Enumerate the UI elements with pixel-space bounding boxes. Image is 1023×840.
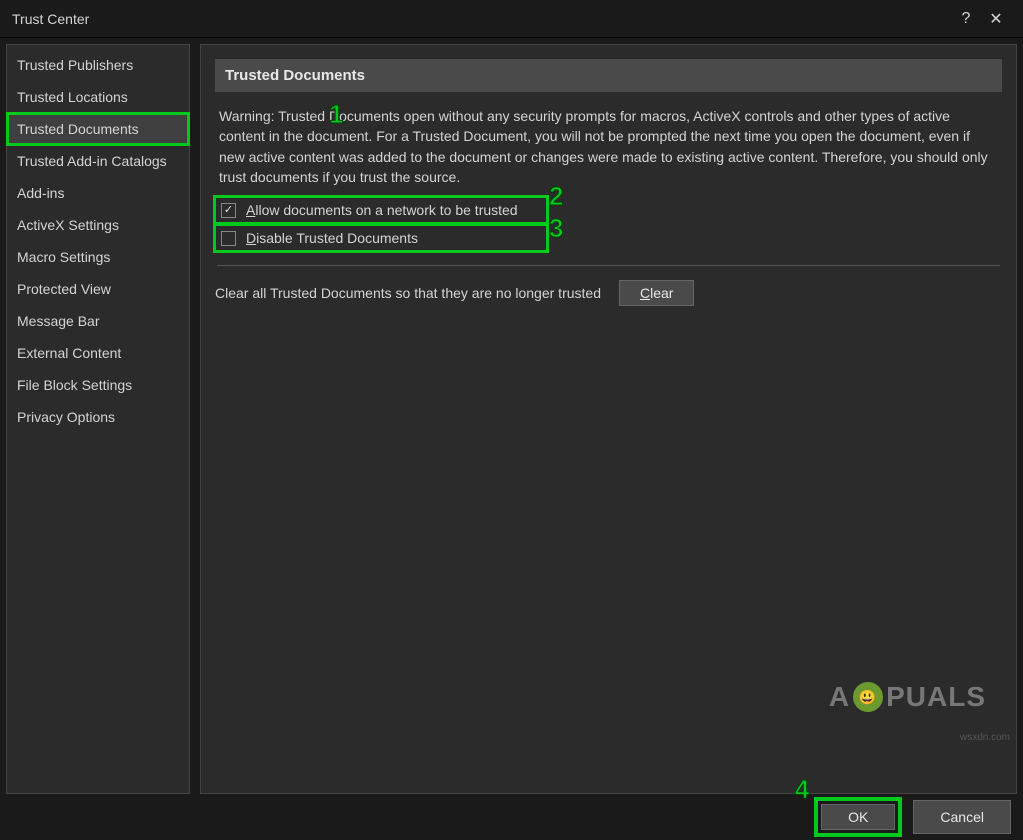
dialog-button-bar: 4 OK Cancel — [791, 794, 1015, 840]
watermark-part2: PUALS — [886, 681, 986, 713]
annotation-3: 3 — [549, 213, 563, 244]
watermark-part1: A — [829, 681, 850, 713]
content-panel: Trusted Documents Warning: Trusted Docum… — [200, 44, 1017, 794]
allow-network-trust-row[interactable]: Allow documents on a network to be trust… — [215, 197, 547, 223]
watermark: A 😃 PUALS — [829, 681, 986, 713]
sidebar-item-macro-settings[interactable]: Macro Settings — [7, 241, 189, 273]
checkbox-icon[interactable] — [221, 203, 236, 218]
cancel-button[interactable]: Cancel — [913, 800, 1011, 834]
sidebar-item-trusted-publishers[interactable]: Trusted Publishers — [7, 49, 189, 81]
window-title: Trust Center — [12, 11, 951, 27]
sidebar-item-trusted-locations[interactable]: Trusted Locations — [7, 81, 189, 113]
disable-trusted-documents-label: Disable Trusted Documents — [246, 230, 418, 246]
sidebar-item-file-block-settings[interactable]: File Block Settings — [7, 369, 189, 401]
dialog-body: Trusted Publishers Trusted Locations Tru… — [0, 38, 1023, 800]
ok-button-highlight: OK — [817, 800, 899, 834]
warning-text: Warning: Trusted Documents open without … — [215, 106, 1002, 195]
section-header: Trusted Documents — [215, 59, 1002, 92]
sidebar-item-label: ActiveX Settings — [17, 217, 119, 233]
sidebar-item-label: Macro Settings — [17, 249, 110, 265]
help-icon[interactable]: ? — [951, 10, 981, 28]
sidebar-item-label: Add-ins — [17, 185, 64, 201]
sidebar-item-label: Trusted Documents — [17, 121, 139, 137]
allow-network-trust-label: Allow documents on a network to be trust… — [246, 202, 518, 218]
close-icon[interactable]: ✕ — [981, 9, 1011, 29]
sidebar-item-privacy-options[interactable]: Privacy Options — [7, 401, 189, 433]
sidebar-item-trusted-documents[interactable]: Trusted Documents — [7, 113, 189, 145]
sidebar-item-label: Protected View — [17, 281, 111, 297]
sidebar-item-label: External Content — [17, 345, 121, 361]
sidebar: Trusted Publishers Trusted Locations Tru… — [6, 44, 190, 794]
sidebar-item-label: Message Bar — [17, 313, 99, 329]
clear-text: Clear all Trusted Documents so that they… — [215, 285, 601, 301]
sidebar-item-label: Trusted Add-in Catalogs — [17, 153, 167, 169]
sidebar-item-label: Trusted Publishers — [17, 57, 133, 73]
title-bar: Trust Center ? ✕ — [0, 0, 1023, 38]
sidebar-item-activex-settings[interactable]: ActiveX Settings — [7, 209, 189, 241]
checkbox-icon[interactable] — [221, 231, 236, 246]
sidebar-item-addins[interactable]: Add-ins — [7, 177, 189, 209]
divider — [217, 265, 1000, 266]
ok-button[interactable]: OK — [821, 804, 895, 830]
sidebar-item-label: Trusted Locations — [17, 89, 128, 105]
sidebar-item-label: Privacy Options — [17, 409, 115, 425]
sidebar-item-protected-view[interactable]: Protected View — [7, 273, 189, 305]
watermark-logo-icon: 😃 — [853, 682, 883, 712]
sidebar-item-message-bar[interactable]: Message Bar — [7, 305, 189, 337]
clear-row: Clear all Trusted Documents so that they… — [215, 280, 1002, 306]
wsx-text: wsxdn.com — [960, 732, 1010, 743]
disable-trusted-documents-row[interactable]: Disable Trusted Documents — [215, 225, 547, 251]
clear-button[interactable]: Clear — [619, 280, 694, 306]
sidebar-item-external-content[interactable]: External Content — [7, 337, 189, 369]
sidebar-item-label: File Block Settings — [17, 377, 132, 393]
sidebar-item-trusted-addin-catalogs[interactable]: Trusted Add-in Catalogs — [7, 145, 189, 177]
